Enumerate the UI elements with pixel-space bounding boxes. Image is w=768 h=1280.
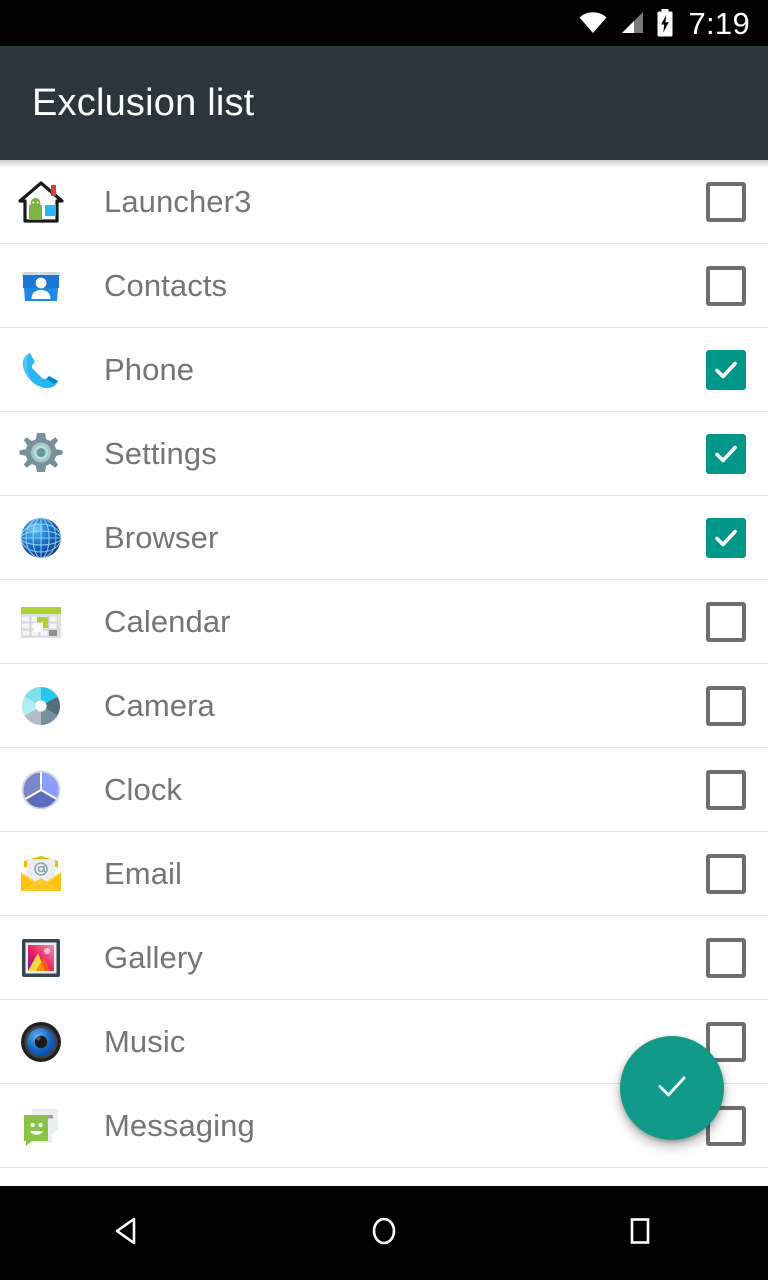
wifi-icon [578,11,608,35]
list-item[interactable]: Launcher3 [0,160,768,244]
list-item[interactable]: Phone [0,328,768,412]
android-screen: 7:19 Exclusion list Launcher3 Contacts P… [0,0,768,1280]
list-item-checkbox[interactable] [706,181,746,222]
messaging-bubble-icon [14,1099,68,1153]
app-bar: Exclusion list [0,46,768,160]
list-item-checkbox[interactable] [706,517,746,558]
clock-face-icon [14,763,68,817]
cellular-signal-icon [619,11,645,35]
music-speaker-icon [14,1015,68,1069]
battery-charging-icon [656,9,674,37]
list-item[interactable]: Clock [0,748,768,832]
calendar-grid-icon [14,595,68,649]
list-item-checkbox[interactable] [706,685,746,726]
list-item[interactable]: Gallery [0,916,768,1000]
list-item-label: Gallery [104,939,203,975]
list-item-label: Clock [104,771,183,807]
list-item-label: Contacts [104,267,228,303]
list-item-checkbox[interactable] [706,349,746,390]
list-item[interactable]: Browser [0,496,768,580]
list-item-label: Camera [104,687,215,723]
list-item-checkbox[interactable] [706,853,746,894]
list-item-label: Settings [104,435,217,471]
camera-aperture-icon [14,679,68,733]
launcher-house-icon [14,175,68,229]
list-item-checkbox[interactable] [706,265,746,306]
status-bar: 7:19 [0,0,768,46]
list-item[interactable]: Settings [0,412,768,496]
list-item[interactable]: Camera [0,664,768,748]
exclusion-list[interactable]: Launcher3 Contacts Phone Settings Browse… [0,160,768,1186]
list-item-label: Music [104,1023,186,1059]
navigation-bar [0,1186,768,1280]
list-item[interactable]: Contacts [0,244,768,328]
list-item-checkbox[interactable] [706,601,746,642]
contacts-card-icon [14,259,68,313]
recents-square-icon [620,1211,660,1256]
settings-gear-icon [14,427,68,481]
check-icon [650,1064,694,1113]
home-circle-icon [364,1211,404,1256]
phone-handset-icon [14,343,68,397]
gallery-photo-icon [14,931,68,985]
page-title: Exclusion list [32,81,255,124]
list-item[interactable]: Calendar [0,580,768,664]
confirm-fab[interactable] [620,1036,724,1140]
list-item-label: Browser [104,519,219,555]
email-envelope-icon [14,847,68,901]
list-item-label: Messaging [104,1107,255,1143]
back-button[interactable] [0,1211,256,1256]
list-item-checkbox[interactable] [706,769,746,810]
status-bar-clock: 7:19 [688,5,750,41]
home-button[interactable] [256,1211,512,1256]
list-item-label: Email [104,855,183,891]
list-item-label: Calendar [104,603,231,639]
back-triangle-icon [108,1211,148,1256]
list-item[interactable]: Email [0,832,768,916]
list-item-checkbox[interactable] [706,937,746,978]
browser-globe-icon [14,511,68,565]
recents-button[interactable] [512,1211,768,1256]
list-item-label: Launcher3 [104,183,252,219]
list-item-checkbox[interactable] [706,433,746,474]
list-item-label: Phone [104,351,195,387]
